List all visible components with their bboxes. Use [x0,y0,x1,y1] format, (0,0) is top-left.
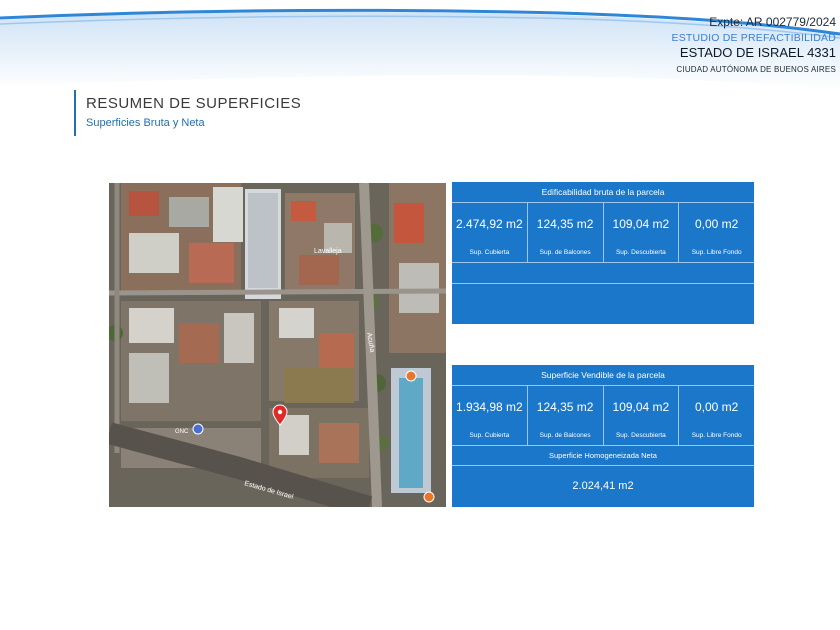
expediente-number: Expte: AR 002779/2024 [709,15,836,29]
cell-sup-cubierta: 2.474,92 m2 Sup. Cubierta [452,202,528,262]
surface-label: Sup. Cubierta [469,432,510,439]
surface-values-row: 1.934,98 m2 Sup. Cubierta 124,35 m2 Sup.… [452,385,754,446]
gas-station-icon [192,423,204,435]
study-type: ESTUDIO DE PREFACTIBILIDAD [671,32,836,44]
surface-value: 124,35 m2 [536,217,594,231]
cell-sup-libre-fondo: 0,00 m2 Sup. Libre Fondo [679,202,754,262]
map-poi-icon [423,491,435,503]
surface-label: Sup. de Balcones [539,432,591,439]
surface-value: 2.474,92 m2 [456,217,523,231]
surface-value: 0,00 m2 [694,400,739,414]
cell-sup-balcones: 124,35 m2 Sup. de Balcones [528,385,604,445]
surface-value: 124,35 m2 [536,400,594,414]
surface-label: Sup. Libre Fondo [691,432,742,439]
panel-title: Edificabilidad bruta de la parcela [452,182,754,203]
homogeneized-label: Superficie Homogeneizada Neta [452,446,754,466]
property-address: ESTADO DE ISRAEL 4331 [679,45,836,60]
surface-label: Sup. de Balcones [539,249,591,256]
panel-superficie-vendible: Superficie Vendible de la parcela 1.934,… [452,365,754,507]
surface-value: 1.934,98 m2 [456,400,523,414]
surface-value: 0,00 m2 [694,217,739,231]
panel-title: Superficie Vendible de la parcela [452,365,754,386]
city-name: CIUDAD AUTÓNOMA DE BUENOS AIRES [676,65,836,74]
map-poi-icon [405,370,417,382]
page-title: RESUMEN DE SUPERFICIES [86,95,302,112]
surface-values-row: 2.474,92 m2 Sup. Cubierta 124,35 m2 Sup.… [452,202,754,263]
surface-label: Sup. Cubierta [469,249,510,256]
cell-sup-libre-fondo: 0,00 m2 Sup. Libre Fondo [679,385,754,445]
map-label-lavalleja: Lavalleja [314,248,342,255]
surface-value: 109,04 m2 [612,217,670,231]
cell-sup-descubierta: 109,04 m2 Sup. Descubierta [604,202,680,262]
homogeneized-value: 2.024,41 m2 [572,480,634,492]
map-label-gnc: GNC [175,429,189,435]
empty-row [452,263,754,284]
cell-sup-balcones: 124,35 m2 Sup. de Balcones [528,202,604,262]
surface-label: Sup. Libre Fondo [691,249,742,256]
cell-sup-descubierta: 109,04 m2 Sup. Descubierta [604,385,680,445]
aerial-map: Lavalleja Acuña Estado de Israel GNC [109,183,446,507]
surface-label: Sup. Descubierta [615,432,666,439]
panel-edificabilidad-bruta: Edificabilidad bruta de la parcela 2.474… [452,182,754,324]
surface-label: Sup. Descubierta [615,249,666,256]
surface-value: 109,04 m2 [612,400,670,414]
title-accent-bar [74,90,76,136]
page-subtitle: Superficies Bruta y Neta [86,117,205,129]
cell-sup-cubierta: 1.934,98 m2 Sup. Cubierta [452,385,528,445]
